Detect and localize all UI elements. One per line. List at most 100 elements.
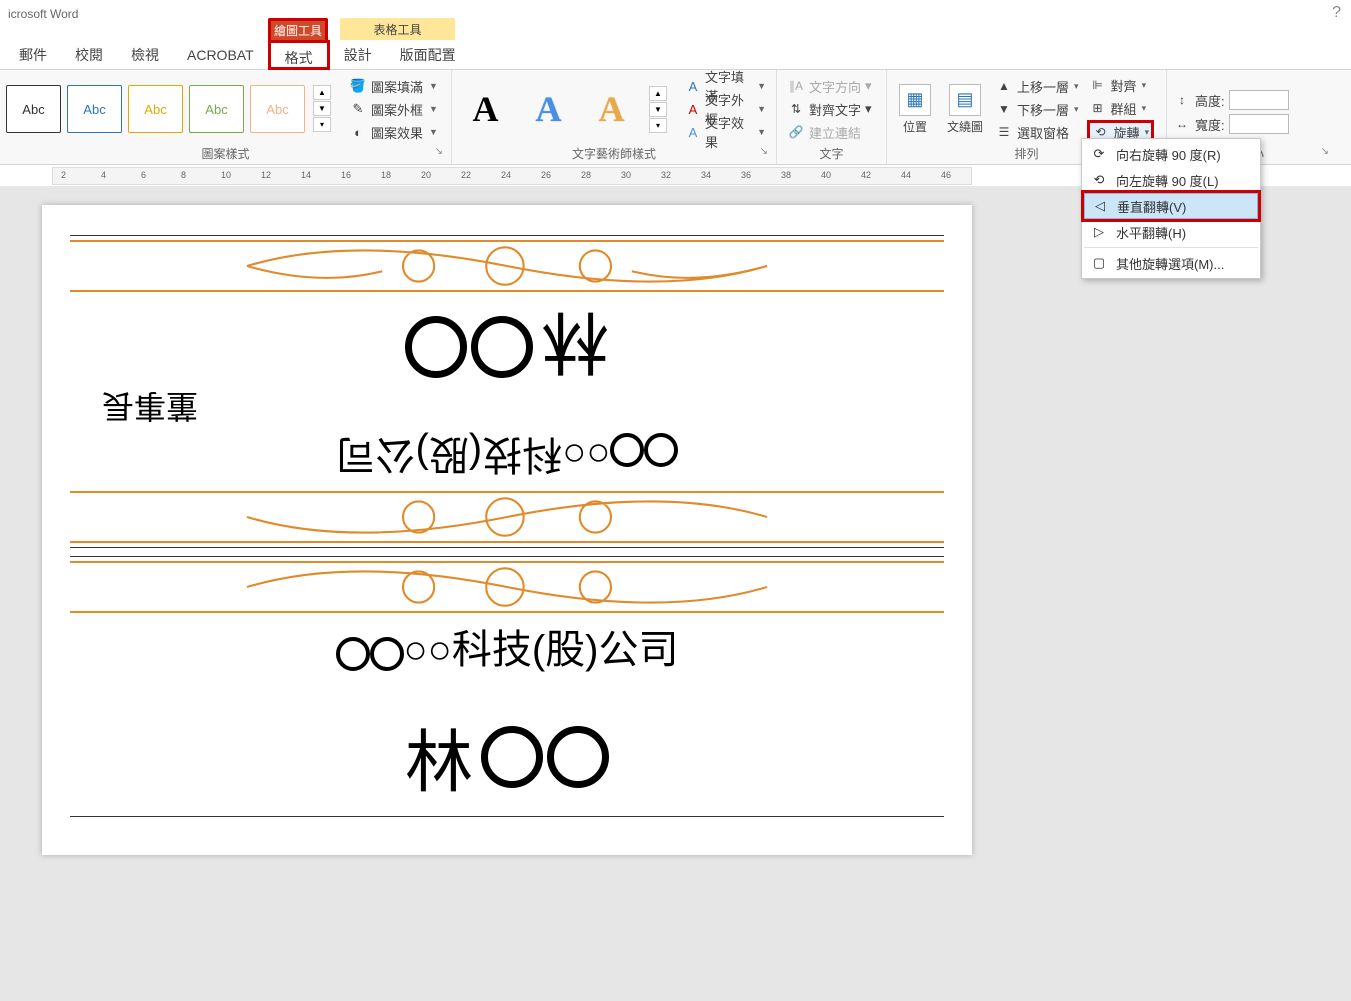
shape-style-4[interactable]: Abc — [189, 85, 244, 133]
company-text: ○○科技(股)公司 — [70, 613, 944, 689]
shape-outline-button[interactable]: ✎ 圖案外框 ▼ — [345, 98, 442, 120]
wordart-gallery: A A A ▲ ▼ ▾ — [458, 85, 667, 133]
chevron-down-icon: ▼ — [757, 81, 766, 91]
tab-design[interactable]: 設計 — [330, 40, 386, 70]
height-row: ↕ 高度: — [1173, 90, 1289, 110]
align-icon: ⊫ — [1089, 77, 1107, 93]
gallery-more-icon[interactable]: ▾ — [313, 117, 331, 132]
wordart-style-1[interactable]: A — [458, 85, 513, 133]
group-label-text: 文字 — [783, 144, 880, 164]
position-button[interactable]: ▦ 位置 — [893, 80, 937, 139]
dialog-launcher-icon[interactable]: ↘ — [1321, 142, 1329, 162]
shape-fill-label: 圖案填滿 — [371, 77, 423, 96]
wrap-text-button[interactable]: ▤ 文繞圖 — [943, 80, 987, 139]
shape-style-1[interactable]: Abc — [6, 85, 61, 133]
tab-acrobat[interactable]: ACROBAT — [173, 40, 268, 70]
rotate-left-icon: ⟲ — [1090, 171, 1108, 189]
width-icon: ↔ — [1173, 116, 1191, 132]
company-text-flipped: ○○科技(股)公司 — [70, 415, 944, 491]
chevron-down-icon: ▼ — [429, 104, 438, 114]
text-outline-icon: A — [685, 101, 701, 117]
tab-format[interactable]: 格式 — [268, 40, 330, 70]
document-area[interactable]: 董事長 林 ○○科技(股)公司 ○○科技(股)公司 林 — [0, 187, 1351, 1001]
tab-layout[interactable]: 版面配置 — [386, 40, 470, 70]
align-button[interactable]: ⊫ 對齊▾ — [1087, 74, 1155, 96]
help-icon[interactable]: ? — [1332, 4, 1341, 22]
width-row: ↔ 寬度: — [1173, 114, 1289, 134]
shape-style-gallery: Abc Abc Abc Abc Abc ▲ ▼ ▾ — [6, 85, 331, 133]
flip-horizontal[interactable]: ▷ 水平翻轉(H) — [1084, 219, 1258, 245]
horizontal-ruler[interactable]: 2468101214161820222426283032343638404244… — [52, 167, 972, 185]
shape-ops: 🪣 圖案填滿 ▼ ✎ 圖案外框 ▼ ◐ 圖案效果 ▼ — [345, 75, 442, 143]
group-button[interactable]: ⊞ 群組▾ — [1087, 97, 1155, 119]
tab-view[interactable]: 檢視 — [117, 40, 173, 70]
gallery-up-icon[interactable]: ▲ — [649, 86, 667, 101]
ornament-border-top — [70, 561, 944, 613]
ornament-svg — [195, 491, 819, 543]
width-input[interactable] — [1229, 114, 1289, 134]
app-title: icrosoft Word — [8, 7, 78, 21]
name-card[interactable]: ○○科技(股)公司 林 — [70, 556, 944, 817]
dialog-launcher-icon[interactable]: ↘ — [760, 142, 768, 162]
shape-style-3[interactable]: Abc — [128, 85, 183, 133]
shape-style-2[interactable]: Abc — [67, 85, 122, 133]
shape-effects-button[interactable]: ◐ 圖案效果 ▼ — [345, 121, 442, 143]
chevron-down-icon: ▼ — [757, 127, 766, 137]
placeholder-circle — [471, 317, 533, 379]
rotate-right-90[interactable]: ⟳ 向右旋轉 90 度(R) — [1084, 141, 1258, 167]
group-icon: ⊞ — [1089, 100, 1107, 116]
height-icon: ↕ — [1173, 92, 1191, 108]
create-link-button: 🔗 建立連結 — [783, 121, 876, 143]
height-input[interactable] — [1229, 90, 1289, 110]
bring-forward-button[interactable]: ▲ 上移一層▾ — [993, 75, 1081, 97]
text-effects-icon: A — [685, 124, 701, 140]
group-shape-styles: Abc Abc Abc Abc Abc ▲ ▼ ▾ 🪣 圖案填滿 ▼ ✎ — [0, 70, 452, 164]
gallery-nav: ▲ ▼ ▾ — [313, 85, 331, 133]
flip-vertical[interactable]: ◁ 垂直翻轉(V) — [1084, 193, 1258, 219]
flip-horizontal-icon: ▷ — [1090, 223, 1108, 241]
text-direction-button: ∥A 文字方向▾ — [783, 75, 876, 97]
text-effects-button[interactable]: A 文字效果 ▼ — [681, 121, 770, 143]
flip-vertical-icon: ◁ — [1091, 197, 1109, 215]
text-fill-icon: A — [685, 78, 701, 94]
shape-fill-button[interactable]: 🪣 圖案填滿 ▼ — [345, 75, 442, 97]
name-text: 林 — [70, 689, 944, 812]
send-backward-button[interactable]: ▼ 下移一層▾ — [993, 98, 1081, 120]
rotate-left-90[interactable]: ⟲ 向左旋轉 90 度(L) — [1084, 167, 1258, 193]
chevron-down-icon: ▼ — [429, 81, 438, 91]
group-wordart: A A A ▲ ▼ ▾ A 文字填滿 ▼ A 文字外框 ▼ — [452, 70, 777, 164]
ribbon-tabs: 郵件 校閱 檢視 ACROBAT 格式 設計 版面配置 — [0, 40, 1351, 70]
shape-style-5[interactable]: Abc — [250, 85, 305, 133]
tab-mail[interactable]: 郵件 — [5, 40, 61, 70]
link-icon: 🔗 — [787, 124, 805, 140]
gallery-down-icon[interactable]: ▼ — [313, 101, 331, 116]
group-text: ∥A 文字方向▾ ⇅ 對齊文字▾ 🔗 建立連結 文字 — [777, 70, 887, 164]
ornament-border-top — [70, 240, 944, 292]
group-label-wordart: 文字藝術師樣式 ↘ — [458, 144, 770, 164]
gallery-down-icon[interactable]: ▼ — [649, 102, 667, 117]
context-tab-table[interactable]: 表格工具 — [340, 18, 455, 40]
wordart-ops: A 文字填滿 ▼ A 文字外框 ▼ A 文字效果 ▼ — [681, 75, 770, 143]
gallery-up-icon[interactable]: ▲ — [313, 85, 331, 100]
menu-separator — [1084, 247, 1258, 248]
tab-review[interactable]: 校閱 — [61, 40, 117, 70]
context-tab-drawing[interactable]: 繪圖工具 — [268, 18, 328, 40]
name-card-flipped[interactable]: 董事長 林 ○○科技(股)公司 — [70, 235, 944, 548]
ornament-svg — [195, 240, 819, 292]
wordart-style-3[interactable]: A — [584, 85, 639, 133]
pen-icon: ✎ — [349, 101, 367, 117]
align-text-button[interactable]: ⇅ 對齊文字▾ — [783, 98, 876, 120]
more-rotation-options[interactable]: ▢ 其他旋轉選項(M)... — [1084, 250, 1258, 276]
position-icon: ▦ — [899, 84, 931, 116]
dialog-launcher-icon[interactable]: ↘ — [435, 142, 443, 162]
gallery-more-icon[interactable]: ▾ — [649, 118, 667, 133]
text-direction-icon: ∥A — [787, 78, 805, 94]
group-label-shape-styles: 圖案樣式 ↘ — [6, 144, 445, 164]
wordart-gallery-nav: ▲ ▼ ▾ — [649, 86, 667, 133]
shape-outline-label: 圖案外框 — [371, 100, 423, 119]
wordart-style-2[interactable]: A — [521, 85, 576, 133]
page: 董事長 林 ○○科技(股)公司 ○○科技(股)公司 林 — [42, 205, 972, 855]
rotate-right-icon: ⟳ — [1090, 145, 1108, 163]
align-text-icon: ⇅ — [787, 101, 805, 117]
selection-pane-button[interactable]: ☰ 選取窗格 — [993, 121, 1081, 143]
